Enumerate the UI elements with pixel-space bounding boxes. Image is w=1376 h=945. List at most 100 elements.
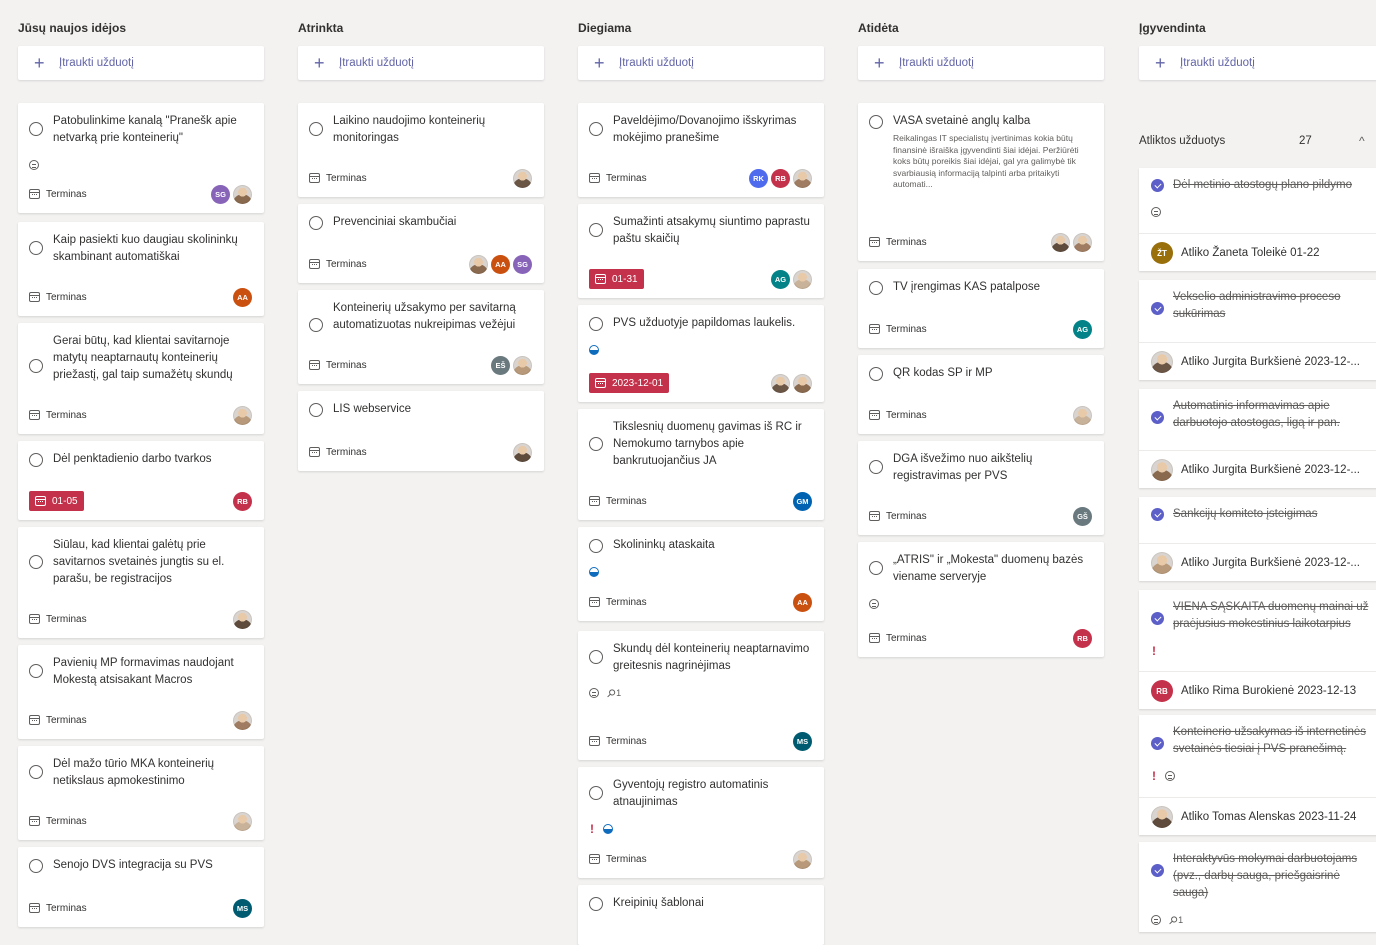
due-date-badge[interactable]: 01-31 — [589, 269, 644, 289]
add-task-button[interactable]: + Įtraukti užduotį — [858, 46, 1104, 80]
task-card[interactable]: Gyventojų registro automatinis atnaujini… — [578, 767, 824, 878]
complete-task-checkbox[interactable] — [309, 216, 323, 230]
avatar-photo[interactable] — [1151, 459, 1173, 481]
task-card[interactable]: Pavienių MP formavimas naudojant Mokestą… — [18, 645, 264, 739]
completed-check-icon[interactable] — [1151, 508, 1164, 521]
add-task-button[interactable]: + Įtraukti užduotį — [1139, 46, 1376, 80]
completed-task-card[interactable]: Interaktyvūs mokymai darbuotojams (pvz.,… — [1139, 842, 1376, 932]
task-card[interactable]: LIS webservice Terminas — [298, 391, 544, 471]
complete-task-checkbox[interactable] — [589, 650, 603, 664]
task-card[interactable]: Gerai būtų, kad klientai savitarnoje mat… — [18, 323, 264, 434]
complete-task-checkbox[interactable] — [869, 115, 883, 129]
complete-task-checkbox[interactable] — [29, 859, 43, 873]
due-date-badge[interactable]: 2023-12-01 — [589, 373, 670, 393]
task-card[interactable]: Sumažinti atsakymų siuntimo paprastu paš… — [578, 204, 824, 298]
avatar-photo[interactable] — [469, 254, 488, 274]
avatar-initials[interactable]: RB — [1151, 680, 1173, 702]
complete-task-checkbox[interactable] — [309, 317, 323, 332]
avatar-initials[interactable]: RB — [771, 168, 790, 188]
avatar-photo[interactable] — [233, 710, 252, 730]
complete-task-checkbox[interactable] — [29, 554, 43, 569]
add-task-button[interactable]: + Įtraukti užduotį — [578, 46, 824, 80]
avatar-initials[interactable]: AG — [771, 269, 790, 289]
bucket-title[interactable]: Jūsų naujos idėjos — [18, 21, 126, 35]
task-card[interactable]: Senojo DVS integracija su PVS Terminas MS — [18, 847, 264, 927]
add-task-button[interactable]: + Įtraukti užduotį — [298, 46, 544, 80]
task-card[interactable]: Dėl penktadienio darbo tvarkos 01-05 RB — [18, 441, 264, 520]
completed-check-icon[interactable] — [1151, 612, 1164, 625]
task-card[interactable]: VASA svetainė anglų kalba Reikalingas IT … — [858, 103, 1104, 261]
task-card[interactable]: TV įrengimas KAS patalpose Terminas AG — [858, 269, 1104, 348]
complete-task-checkbox[interactable] — [589, 539, 603, 553]
task-card[interactable]: PVS užduotyje papildomas laukelis. 2023-1… — [578, 305, 824, 402]
complete-task-checkbox[interactable] — [869, 460, 883, 474]
complete-task-checkbox[interactable] — [29, 359, 43, 373]
avatar-initials[interactable]: ŽT — [1151, 242, 1173, 264]
bucket-title[interactable]: Atidėta — [858, 21, 899, 35]
avatar-photo[interactable] — [513, 442, 532, 462]
complete-task-checkbox[interactable] — [589, 122, 603, 136]
task-card[interactable]: Konteinerių užsakymo per savitarną autom… — [298, 290, 544, 384]
avatar-photo[interactable] — [1073, 232, 1092, 252]
task-card[interactable]: Siūlau, kad klientai galėtų prie savitar… — [18, 527, 264, 638]
task-card[interactable]: QR kodas SP ir MP Terminas — [858, 355, 1104, 434]
avatar-initials[interactable]: RB — [233, 491, 252, 511]
bucket-title[interactable]: Įgyvendinta — [1139, 21, 1206, 35]
avatar-photo[interactable] — [513, 355, 532, 375]
task-card[interactable]: Kaip pasiekti kuo daugiau skolininkų ska… — [18, 222, 264, 316]
task-card[interactable]: Dėl mažo tūrio MKA konteinerių netikslau… — [18, 746, 264, 840]
task-card[interactable]: Skolininkų ataskaita Terminas AA — [578, 527, 824, 621]
avatar-initials[interactable]: AG — [1073, 319, 1092, 339]
add-task-button[interactable]: + Įtraukti užduotį — [18, 46, 264, 80]
completed-check-icon[interactable] — [1151, 411, 1164, 424]
avatar-photo[interactable] — [793, 373, 812, 393]
avatar-photo[interactable] — [233, 405, 252, 425]
bucket-title[interactable]: Diegiama — [578, 21, 631, 35]
avatar-initials[interactable]: MS — [793, 731, 812, 751]
completed-check-icon[interactable] — [1151, 737, 1164, 750]
avatar-photo[interactable] — [1151, 351, 1173, 373]
avatar-photo[interactable] — [233, 609, 252, 629]
completed-task-card[interactable]: Sankcijų komiteto įsteigimas Atliko Jurgi… — [1139, 497, 1376, 581]
task-card[interactable]: Prevenciniai skambučiai Terminas AA SG — [298, 204, 544, 283]
task-card[interactable]: „ATRIS" ir „Mokesta" duomenų bazės viena… — [858, 542, 1104, 657]
bucket-title[interactable]: Atrinkta — [298, 21, 343, 35]
avatar-initials[interactable]: AA — [491, 254, 510, 274]
avatar-initials[interactable]: GM — [793, 491, 812, 511]
complete-task-checkbox[interactable] — [29, 241, 43, 255]
avatar-initials[interactable]: RB — [1073, 628, 1092, 648]
avatar-photo[interactable] — [233, 811, 252, 831]
avatar-initials[interactable]: RK — [749, 168, 768, 188]
complete-task-checkbox[interactable] — [309, 122, 323, 136]
task-card[interactable]: Paveldėjimo/Dovanojimo išskyrimas mokėji… — [578, 103, 824, 197]
completed-task-card[interactable]: Vekselio administravimo proceso sukūrima… — [1139, 280, 1376, 380]
avatar-initials[interactable]: MS — [233, 898, 252, 918]
avatar-photo[interactable] — [1151, 552, 1173, 574]
avatar-photo[interactable] — [793, 168, 812, 188]
completed-task-card[interactable]: Konteinerio užsakymas iš internetinės sv… — [1139, 715, 1376, 835]
complete-task-checkbox[interactable] — [309, 403, 323, 417]
complete-task-checkbox[interactable] — [869, 367, 883, 381]
task-card[interactable]: Patobulinkime kanalą "Pranešk apie netva… — [18, 103, 264, 213]
avatar-photo[interactable] — [793, 849, 812, 869]
avatar-initials[interactable]: AA — [233, 287, 252, 307]
completed-check-icon[interactable] — [1151, 179, 1164, 192]
task-card[interactable]: Skundų dėl konteinerių neaptarnavimo gre… — [578, 631, 824, 760]
completed-task-card[interactable]: Dėl metinio atostogų plano pildymo ŽT Atli… — [1139, 168, 1376, 271]
avatar-photo[interactable] — [1051, 232, 1070, 252]
completed-tasks-toggle[interactable]: Atliktos užduotys 27 ^ — [1139, 133, 1376, 149]
complete-task-checkbox[interactable] — [589, 317, 603, 331]
avatar-photo[interactable] — [1073, 405, 1092, 425]
due-date-badge[interactable]: 01-05 — [29, 491, 84, 511]
complete-task-checkbox[interactable] — [869, 561, 883, 575]
avatar-initials[interactable]: EŠ — [491, 355, 510, 375]
completed-check-icon[interactable] — [1151, 302, 1164, 315]
avatar-initials[interactable]: SG — [211, 184, 230, 204]
complete-task-checkbox[interactable] — [29, 765, 43, 779]
complete-task-checkbox[interactable] — [29, 664, 43, 678]
avatar-initials[interactable]: SG — [513, 254, 532, 274]
avatar-photo[interactable] — [771, 373, 790, 393]
complete-task-checkbox[interactable] — [589, 223, 603, 237]
avatar-photo[interactable] — [793, 269, 812, 289]
task-card[interactable]: DGA išvežimo nuo aikštelių registravimas… — [858, 441, 1104, 535]
